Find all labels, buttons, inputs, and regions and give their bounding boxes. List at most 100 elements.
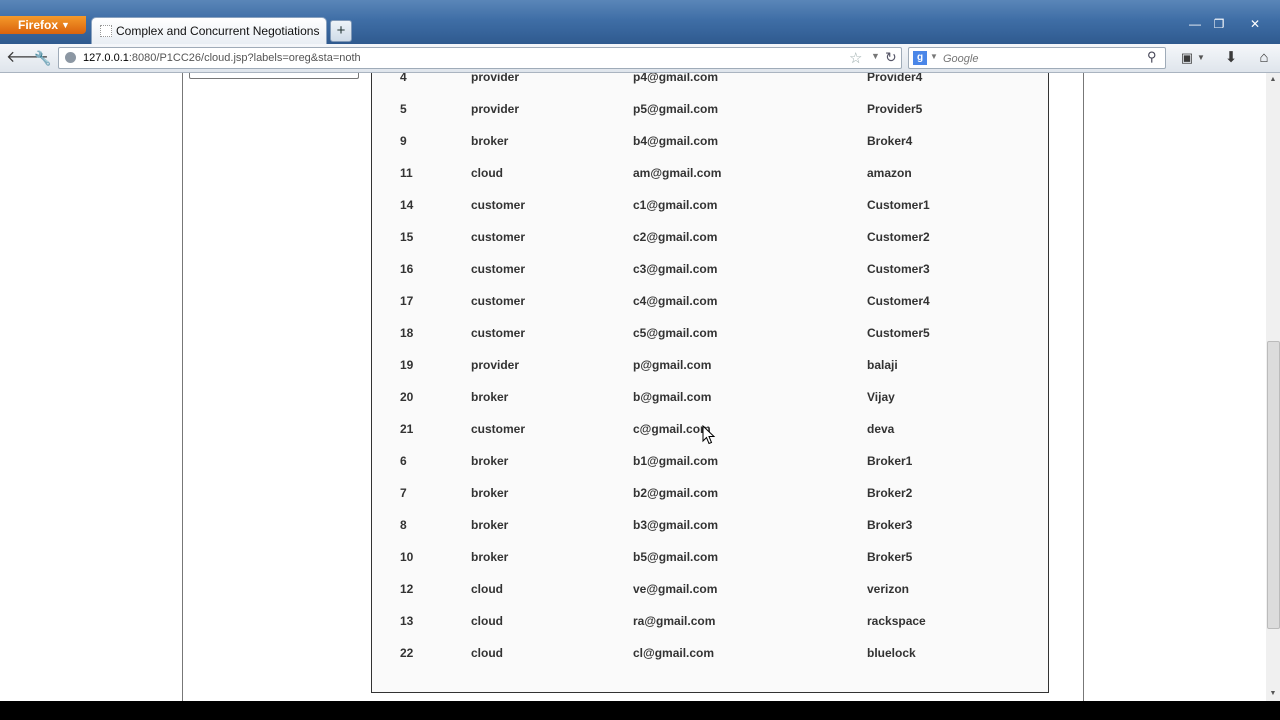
browser-tab[interactable]: Complex and Concurrent Negotiations f... <box>91 17 327 44</box>
search-input[interactable] <box>941 49 1145 69</box>
page-viewport: 4 provider p4@gmail.com Provider4 5 provi… <box>0 73 1266 701</box>
cell-role: provider <box>471 73 520 84</box>
cell-id: 11 <box>400 166 413 180</box>
tools-icon[interactable]: 🔧 <box>32 48 54 68</box>
table-row: 17 customer c4@gmail.com Customer4 <box>372 293 1048 325</box>
cell-id: 20 <box>400 390 414 404</box>
table-row-partial: 4 provider p4@gmail.com Provider4 <box>372 73 1048 101</box>
cell-email: b1@gmail.com <box>633 454 719 468</box>
chevron-down-icon: ▼ <box>61 20 70 30</box>
table-row: 11 cloud am@gmail.com amazon <box>372 165 1048 197</box>
cell-name: bluelock <box>867 646 916 660</box>
cell-name: balaji <box>867 358 898 372</box>
close-button[interactable]: ✕ <box>1243 17 1267 32</box>
cell-email: b5@gmail.com <box>633 550 719 564</box>
address-bar[interactable]: 127.0.0.1:8080/P1CC26/cloud.jsp?labels=o… <box>58 47 902 69</box>
cell-id: 13 <box>400 614 414 628</box>
firefox-menu-button[interactable]: Firefox ▼ <box>0 16 86 34</box>
scroll-thumb[interactable] <box>1267 341 1280 629</box>
cell-role: cloud <box>471 646 503 660</box>
cell-role: customer <box>471 294 526 308</box>
cell-id: 12 <box>400 582 414 596</box>
chevron-down-icon[interactable]: ▼ <box>930 52 938 61</box>
page-favicon-icon <box>100 25 112 37</box>
status-strip <box>0 701 1280 720</box>
table-row: 19 provider p@gmail.com balaji <box>372 357 1048 389</box>
bookmarks-icon[interactable]: ▣ <box>1176 48 1198 68</box>
table-row: 16 customer c3@gmail.com Customer3 <box>372 261 1048 293</box>
cell-id: 15 <box>400 230 414 244</box>
cell-name: Broker3 <box>867 518 913 532</box>
scroll-down-icon[interactable]: ▼ <box>1266 687 1280 701</box>
cell-id: 9 <box>400 134 407 148</box>
cell-role: customer <box>471 326 526 340</box>
search-go-icon[interactable]: ⚲ <box>1147 49 1157 65</box>
mouse-cursor-icon <box>702 425 716 445</box>
cell-name: Provider4 <box>867 73 923 84</box>
cell-email: c1@gmail.com <box>633 198 718 212</box>
cell-name: deva <box>867 422 895 436</box>
new-tab-button[interactable]: + <box>330 20 352 42</box>
cell-email: p4@gmail.com <box>633 73 719 84</box>
table-row: 5 provider p5@gmail.com Provider5 <box>372 101 1048 133</box>
cell-id: 4 <box>400 73 407 84</box>
cell-id: 18 <box>400 326 414 340</box>
cell-email: b2@gmail.com <box>633 486 719 500</box>
cell-role: broker <box>471 518 509 532</box>
star-icon[interactable]: ☆ <box>849 49 862 67</box>
cell-name: Customer1 <box>867 198 930 212</box>
cell-name: Customer4 <box>867 294 930 308</box>
cell-role: broker <box>471 134 509 148</box>
cell-name: verizon <box>867 582 910 596</box>
table-row: 9 broker b4@gmail.com Broker4 <box>372 133 1048 165</box>
cell-email: b@gmail.com <box>633 390 712 404</box>
cell-name: rackspace <box>867 614 926 628</box>
minimize-button[interactable]: — <box>1186 17 1204 32</box>
cell-email: c5@gmail.com <box>633 326 718 340</box>
cell-id: 5 <box>400 102 407 116</box>
cell-email: c3@gmail.com <box>633 262 718 276</box>
cell-role: cloud <box>471 582 503 596</box>
cell-email: ve@gmail.com <box>633 582 718 596</box>
cell-role: broker <box>471 550 509 564</box>
cell-email: c4@gmail.com <box>633 294 718 308</box>
cell-email: b3@gmail.com <box>633 518 719 532</box>
cell-role: customer <box>471 262 526 276</box>
cell-id: 19 <box>400 358 414 372</box>
site-identity-icon[interactable] <box>65 52 76 63</box>
cell-email: am@gmail.com <box>633 166 722 180</box>
cell-role: broker <box>471 390 509 404</box>
users-table: 4 provider p4@gmail.com Provider4 5 provi… <box>371 73 1049 693</box>
downloads-icon[interactable]: ⬇ <box>1220 48 1242 68</box>
cell-name: amazon <box>867 166 912 180</box>
search-engine-icon[interactable]: g <box>913 51 927 65</box>
cell-id: 14 <box>400 198 414 212</box>
cell-email: cl@gmail.com <box>633 646 715 660</box>
reload-icon[interactable]: ↻ <box>885 49 897 66</box>
vertical-scrollbar[interactable]: ▲ ▼ <box>1266 73 1280 701</box>
cell-role: customer <box>471 422 526 436</box>
table-row: 14 customer c1@gmail.com Customer1 <box>372 197 1048 229</box>
page-container: 4 provider p4@gmail.com Provider4 5 provi… <box>182 73 1084 701</box>
dropmarker-icon[interactable]: ▼ <box>871 51 880 61</box>
chevron-down-icon[interactable]: ▼ <box>1197 53 1205 62</box>
cell-name: Broker4 <box>867 134 913 148</box>
scroll-up-icon[interactable]: ▲ <box>1266 73 1280 87</box>
cell-id: 21 <box>400 422 414 436</box>
home-icon[interactable]: ⌂ <box>1253 48 1275 68</box>
back-arrow-icon[interactable]: 🡐 <box>6 48 49 68</box>
cell-email: c@gmail.com <box>633 422 711 436</box>
search-bar[interactable]: g ▼ ⚲ <box>908 47 1166 69</box>
table-row: 8 broker b3@gmail.com Broker3 <box>372 517 1048 549</box>
cell-id: 10 <box>400 550 414 564</box>
maximize-button[interactable]: ❐ <box>1210 17 1228 32</box>
cell-name: Broker2 <box>867 486 913 500</box>
table-row: 18 customer c5@gmail.com Customer5 <box>372 325 1048 357</box>
table-row: 6 broker b1@gmail.com Broker1 <box>372 453 1048 485</box>
cell-name: Broker1 <box>867 454 913 468</box>
table-row: 15 customer c2@gmail.com Customer2 <box>372 229 1048 261</box>
cell-email: p@gmail.com <box>633 358 712 372</box>
url-text[interactable]: 127.0.0.1:8080/P1CC26/cloud.jsp?labels=o… <box>83 52 361 64</box>
cell-role: provider <box>471 102 520 116</box>
cell-email: b4@gmail.com <box>633 134 719 148</box>
